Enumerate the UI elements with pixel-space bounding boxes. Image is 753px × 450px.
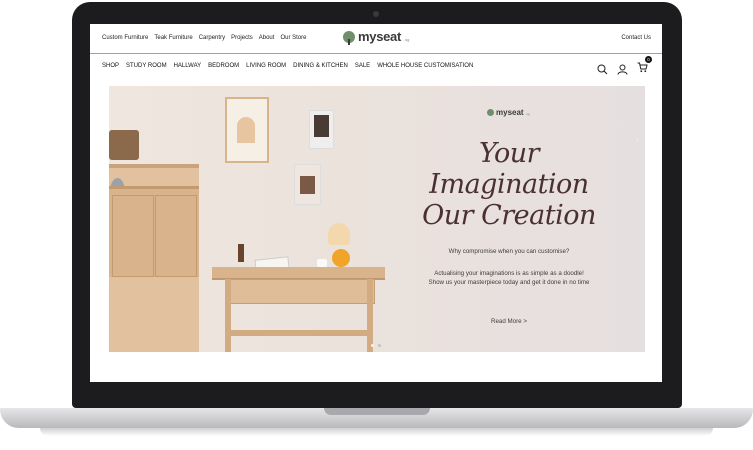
description-line-1: Actualising your imaginations is as simp…: [434, 270, 584, 277]
cart-icon: [637, 62, 648, 73]
nav-item-hallway[interactable]: HALLWAY: [174, 63, 202, 69]
tree-icon: [343, 30, 355, 45]
cart-button[interactable]: 0: [637, 56, 652, 78]
wall-photo-small: [294, 164, 321, 205]
top-link-projects[interactable]: Projects: [231, 35, 253, 41]
top-link-our-store[interactable]: Our Store: [280, 35, 306, 41]
tree-icon: [487, 109, 494, 116]
header-icons: 0: [597, 56, 652, 78]
nav-item-sale[interactable]: SALE: [355, 63, 370, 69]
nav-item-whole-house[interactable]: WHOLE HOUSE CUSTOMISATION: [377, 63, 473, 69]
account-icon[interactable]: [617, 64, 628, 75]
logo-suffix: .sg: [404, 36, 410, 42]
logo-text: myseat: [358, 29, 402, 44]
main-nav: SHOP STUDY ROOM HALLWAY BEDROOM LIVING R…: [102, 63, 473, 69]
nav-item-dining-kitchen[interactable]: DINING & KITCHEN: [293, 63, 348, 69]
slider-dot-2[interactable]: [378, 344, 381, 347]
top-links: Custom Furniture Teak Furniture Carpentr…: [102, 35, 306, 41]
diffuser-decor: [238, 244, 244, 262]
top-link-teak-furniture[interactable]: Teak Furniture: [154, 35, 192, 41]
slider-next-arrow[interactable]: ›: [636, 134, 639, 144]
wall-art-frame: [225, 97, 269, 163]
wall-photo-portrait: [309, 110, 334, 149]
laptop-shadow: [40, 428, 713, 436]
mug-decor: [317, 259, 327, 267]
search-icon[interactable]: [597, 64, 608, 75]
top-link-carpentry[interactable]: Carpentry: [199, 35, 225, 41]
desk-leg: [225, 279, 231, 352]
lamp-shade: [328, 223, 350, 245]
slider-dots: [371, 344, 381, 347]
cart-count-badge: 0: [645, 56, 652, 63]
hero-logo-suffix: .sg: [525, 112, 530, 116]
hero-description: Actualising your imaginations is as simp…: [409, 269, 609, 287]
top-link-custom-furniture[interactable]: Custom Furniture: [102, 35, 148, 41]
hero-banner[interactable]: myseat .sg Your Imagination Our Creation…: [109, 86, 645, 352]
nav-item-living-room[interactable]: LIVING ROOM: [246, 63, 286, 69]
description-line-2: Show us your masterpiece today and get i…: [428, 279, 590, 286]
hero-logo: myseat .sg: [487, 108, 530, 117]
slider-dot-1[interactable]: [371, 344, 374, 347]
site-logo[interactable]: myseat .sg: [343, 29, 410, 45]
hero-tagline: Why compromise when you can customise?: [448, 248, 570, 255]
headline-line-1: Your Imagination: [429, 138, 589, 200]
nav-item-study-room[interactable]: STUDY ROOM: [126, 63, 167, 69]
hero-logo-text: myseat: [496, 108, 524, 117]
browser-screen: Custom Furniture Teak Furniture Carpentr…: [90, 24, 662, 382]
laptop-notch: [324, 408, 430, 415]
radio-decor: [109, 130, 139, 160]
desk-drawer: [225, 279, 375, 304]
lamp-base: [332, 249, 350, 267]
nav-item-bedroom[interactable]: BEDROOM: [208, 63, 239, 69]
top-link-about[interactable]: About: [259, 35, 275, 41]
nav-item-shop[interactable]: SHOP: [102, 63, 119, 69]
top-bar: Custom Furniture Teak Furniture Carpentr…: [90, 24, 662, 54]
headline-line-2: Our Creation: [422, 200, 596, 231]
contact-us-link[interactable]: Contact Us: [621, 35, 651, 41]
hero-headline: Your Imagination Our Creation: [409, 138, 609, 231]
cabinet-illustration: [109, 186, 199, 277]
desk-leg: [367, 279, 373, 352]
read-more-link[interactable]: Read More >: [464, 318, 554, 325]
desk-lower-shelf: [225, 330, 373, 336]
camera: [373, 11, 379, 17]
